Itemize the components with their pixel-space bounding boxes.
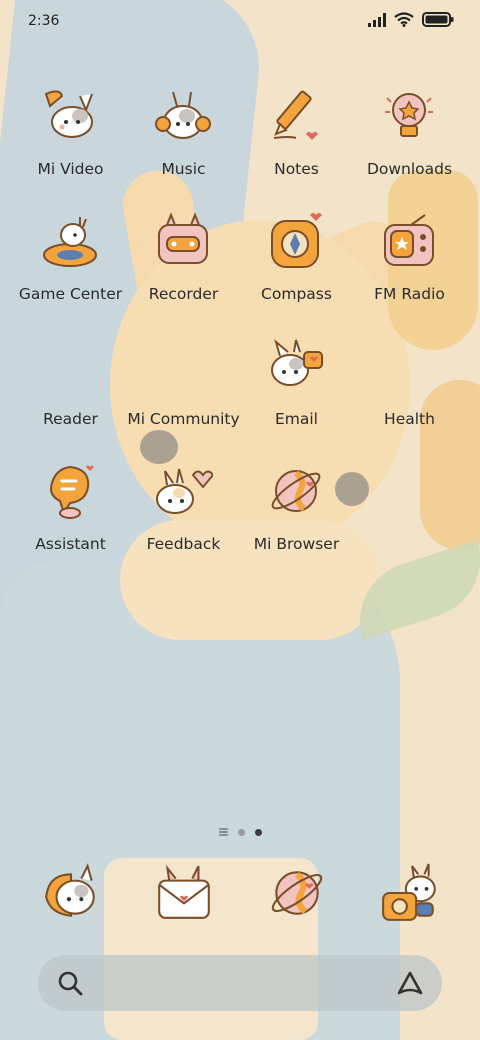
app-label: Music bbox=[161, 160, 206, 178]
app-label: Downloads bbox=[366, 160, 453, 178]
planet-icon bbox=[271, 470, 321, 512]
chat-bubble-icon bbox=[50, 465, 94, 519]
app-label: Mi Video bbox=[37, 160, 104, 178]
community-icon bbox=[153, 336, 213, 396]
app-email[interactable]: Email bbox=[240, 336, 353, 461]
app-label: Recorder bbox=[148, 285, 219, 303]
app-compass[interactable]: Compass bbox=[240, 211, 353, 336]
bunny-ring-icon bbox=[43, 217, 97, 267]
dock-browser[interactable] bbox=[240, 860, 353, 926]
bunny-envelope-icon bbox=[158, 864, 210, 919]
app-grid: Mi Video Music Notes Downloads Game Cent… bbox=[14, 86, 466, 586]
dock bbox=[14, 860, 466, 926]
wifi-icon bbox=[394, 12, 414, 27]
app-game-center[interactable]: Game Center bbox=[14, 211, 127, 336]
battery-icon bbox=[422, 12, 454, 27]
app-label: Assistant bbox=[35, 535, 106, 553]
app-label: Mi Community bbox=[127, 410, 240, 428]
app-assistant[interactable]: Assistant bbox=[14, 461, 127, 586]
app-music[interactable]: Music bbox=[127, 86, 240, 211]
dock-phone[interactable] bbox=[14, 860, 127, 926]
app-health[interactable]: Health bbox=[353, 336, 466, 461]
bunny-headphones-icon bbox=[155, 91, 211, 139]
app-recorder[interactable]: Recorder bbox=[127, 211, 240, 336]
lightbulb-icon bbox=[385, 93, 433, 137]
page-dot bbox=[237, 828, 245, 836]
signal-icon bbox=[368, 12, 386, 27]
assistant-icon[interactable] bbox=[396, 969, 424, 997]
bunny-phone-icon bbox=[45, 863, 95, 917]
search-icon bbox=[58, 971, 83, 996]
search-bar[interactable] bbox=[38, 955, 442, 1011]
cassette-icon bbox=[158, 212, 208, 264]
radio-icon bbox=[384, 214, 434, 266]
app-feedback[interactable]: Feedback bbox=[127, 461, 240, 586]
app-downloads[interactable]: Downloads bbox=[353, 86, 466, 211]
app-label: Mi Browser bbox=[253, 535, 340, 553]
bunny-camera-icon bbox=[382, 863, 436, 921]
reader-icon bbox=[40, 336, 100, 396]
page-indicator[interactable] bbox=[0, 828, 480, 836]
pencil-icon bbox=[273, 90, 318, 140]
app-label: Notes bbox=[274, 160, 319, 178]
app-mi-video[interactable]: Mi Video bbox=[14, 86, 127, 211]
app-label: Compass bbox=[261, 285, 332, 303]
app-label: Game Center bbox=[18, 285, 123, 303]
compass-icon bbox=[271, 213, 322, 268]
page-dot-active bbox=[254, 828, 262, 836]
bunny-mail-icon bbox=[271, 339, 323, 386]
app-fm-radio[interactable]: FM Radio bbox=[353, 211, 466, 336]
dock-messages[interactable] bbox=[127, 860, 240, 926]
app-label: Reader bbox=[43, 410, 98, 428]
status-bar: 2:36 bbox=[0, 0, 480, 44]
app-mi-community[interactable]: Mi Community bbox=[127, 336, 240, 461]
health-icon bbox=[379, 336, 439, 396]
dock-camera[interactable] bbox=[353, 860, 466, 926]
bunny-heart-icon bbox=[156, 468, 213, 514]
app-label: Health bbox=[384, 410, 435, 428]
app-label: Email bbox=[274, 410, 318, 428]
app-label: FM Radio bbox=[374, 285, 445, 303]
planet-heart-icon bbox=[271, 871, 323, 915]
page-list-icon bbox=[218, 828, 228, 836]
app-label: Feedback bbox=[146, 535, 221, 553]
app-mi-browser[interactable]: Mi Browser bbox=[240, 461, 353, 586]
app-notes[interactable]: Notes bbox=[240, 86, 353, 211]
bunny-play-icon bbox=[44, 90, 93, 138]
clock: 2:36 bbox=[28, 13, 60, 29]
app-reader[interactable]: Reader bbox=[14, 336, 127, 461]
